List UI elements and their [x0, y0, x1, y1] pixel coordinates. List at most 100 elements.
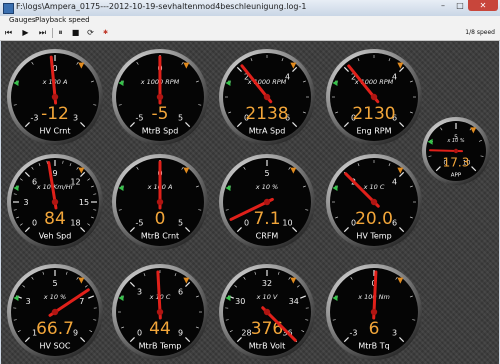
scale-label: x 10 V [256, 293, 278, 301]
tick-label: 18 [70, 219, 80, 228]
tick-label: 3 [23, 198, 28, 207]
scale-label: x 10 Km/Hr [36, 183, 75, 191]
readout-value: 17.3 [443, 156, 470, 170]
gauge-name: Veh Spd [39, 232, 72, 241]
tick-label: 3 [26, 297, 31, 306]
tick-label: 0 [244, 219, 249, 228]
tick-label: 3 [137, 287, 142, 296]
gauge-veh-spd: 0 3 6 9 12 15 18 x 10 Km/Hr 84 Veh Spd [5, 152, 105, 252]
tick-label: 32 [262, 279, 272, 288]
needle-hub [51, 93, 59, 101]
tick-label: 34 [289, 297, 299, 306]
scale-label: x 10 % [255, 183, 278, 191]
gauge-eng-rpm: 0246x 1000 RPM 2130 Eng RPM [324, 47, 424, 147]
readout-value: -12 [41, 104, 69, 124]
tick-label: 5 [178, 114, 183, 123]
tick-label: 0 [32, 219, 37, 228]
readout-value: 2138 [245, 104, 288, 124]
pause-icon[interactable]: ⏸ [55, 28, 66, 38]
title-bar: F:\logs\Ampera_0175---2012-10-19-sevhalt… [0, 0, 500, 17]
play-icon[interactable]: ▶ [20, 28, 31, 38]
playback-speed-label: 1/8 speed [465, 29, 495, 36]
needle-hub [156, 93, 164, 101]
skip-to-start-icon[interactable]: ⏮ [3, 28, 14, 38]
needle-hub [370, 198, 378, 206]
needle-hub [263, 308, 271, 316]
toolbar: ⏮ ▶ ⏭ ⏸ ■ ⟳ ✱ 1/8 speed [0, 26, 500, 41]
needle-hub [370, 93, 378, 101]
readout-value: 44 [149, 319, 171, 339]
menu-playback-speed[interactable]: Playback speed [35, 16, 90, 24]
needle-hub [453, 148, 459, 154]
gauge-mtrb-tq: -303x 100 Nm6MtrB Tq [324, 262, 424, 362]
settings-icon[interactable]: ✱ [100, 28, 111, 38]
needle-hub [156, 198, 164, 206]
tick-label: -5 [136, 114, 144, 123]
tick-label: -5 [136, 219, 144, 228]
close-button[interactable]: ✕ [468, 0, 498, 11]
tick-label: 0 [137, 329, 142, 338]
tick-label: 9 [178, 329, 183, 338]
gauge-hv-soc: 13579x 10 % 66.7 HV SOC [5, 262, 105, 362]
gauge-name: HV SOC [40, 342, 71, 351]
gauge-mtrb-volt: 2830323436x 10 V376MtrB Volt [217, 262, 317, 362]
tick-label: 3 [73, 114, 78, 123]
needle-hub [263, 93, 271, 101]
tick-label: -3 [350, 329, 358, 338]
tick-label: 5 [52, 279, 57, 288]
window-title: F:\logs\Ampera_0175---2012-10-19-sevhalt… [16, 2, 307, 11]
menu-bar: Gauges Playback speed [0, 16, 500, 26]
tick-label: 10 [282, 219, 292, 228]
needle-hub [370, 308, 378, 316]
scale-label: x 10 % [43, 293, 66, 301]
tick-label: 7 [79, 297, 84, 306]
app-icon [3, 3, 14, 14]
scale-label: x 10 C [363, 183, 385, 191]
readout-value: 7.1 [253, 209, 280, 229]
gauge-name: Eng RPM [356, 127, 391, 136]
stop-icon[interactable]: ■ [70, 28, 81, 38]
needle-hub [156, 308, 164, 316]
tick-label: 15 [79, 198, 89, 207]
readout-value: 0 [155, 209, 166, 229]
tick-label: 4 [392, 177, 397, 186]
tick-label: 5 [178, 219, 183, 228]
gauge-name: MtrB Spd [142, 127, 179, 136]
maximize-button[interactable]: □ [452, 0, 468, 11]
gauge-name: MtrB Volt [249, 342, 285, 351]
gauge-name: HV Crnt [40, 127, 71, 136]
tick-label: 30 [235, 297, 245, 306]
loop-icon[interactable]: ⟳ [85, 28, 96, 38]
menu-gauges[interactable]: Gauges [9, 16, 36, 24]
gauge-name: MtrB Tq [358, 342, 389, 351]
needle-hub [51, 198, 59, 206]
tick-label: -3 [31, 114, 39, 123]
tick-label: 3 [392, 329, 397, 338]
gauge-crfm: 0 5 10 x 10 % 7.1 CRFM [217, 152, 317, 252]
gauge-mtrb-spd: -505x 1000 RPM-5MtrB Spd [110, 47, 210, 147]
needle-hub [51, 308, 59, 316]
tick-label: 6 [178, 287, 183, 296]
gauge-hv-temp: 0246x 10 C20.0HV Temp [324, 152, 424, 252]
minimize-button[interactable]: – [434, 0, 452, 11]
gauge-canvas: -303x 100 A-12HV Crnt-505x 1000 RPM-5Mtr… [1, 41, 499, 364]
gauge-name: MtrB Temp [139, 342, 182, 351]
toolbar-separator [52, 28, 53, 38]
readout-value: 84 [44, 209, 66, 229]
gauge-name: HV Temp [356, 232, 391, 241]
gauge-name: CRFM [256, 232, 279, 241]
gauge-app: 0 5 10 x 10 % 17.3 APP [420, 115, 492, 187]
gauge-mtra-spd: 0246x 1000 RPM 2138 MtrA Spd [217, 47, 317, 147]
readout-value: 66.7 [36, 319, 74, 339]
needle-hub [263, 198, 271, 206]
readout-value: 6 [369, 319, 380, 339]
readout-value: 2130 [352, 104, 395, 124]
tick-label: 9 [52, 169, 57, 178]
gauge-mtrb-temp: 0369x 10 C44MtrB Temp [110, 262, 210, 362]
skip-to-end-icon[interactable]: ⏭ [37, 28, 48, 38]
scale-label: x 10 % [446, 138, 465, 144]
gauge-name: APP [451, 173, 462, 179]
gauge-name: MtrA Spd [249, 127, 286, 136]
readout-value: 20.0 [355, 209, 393, 229]
gauge-name: MtrB Crnt [141, 232, 179, 241]
